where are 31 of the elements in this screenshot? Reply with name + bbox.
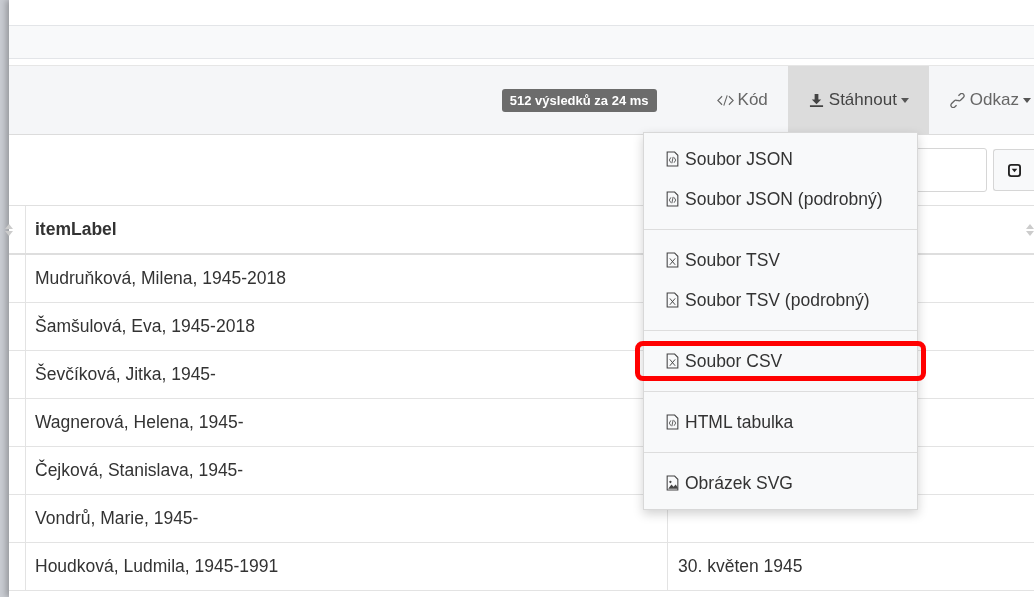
- sort-icon[interactable]: [1026, 222, 1034, 237]
- download-button[interactable]: Stáhnout: [787, 66, 929, 134]
- dropdown-square-icon: [1007, 163, 1021, 177]
- code-icon: [716, 92, 734, 108]
- menu-item[interactable]: Soubor JSON: [635, 139, 926, 179]
- table-cell: Čejková, Stanislava, 1945-: [35, 460, 244, 481]
- code-file-icon: [666, 414, 679, 430]
- spreadsheet-file-icon: [666, 292, 679, 308]
- table-cell: Vondrů, Marie, 1945-: [35, 508, 199, 529]
- link-icon: [948, 92, 966, 108]
- menu-item[interactable]: HTML tabulka: [635, 402, 926, 442]
- table-cell: Houdková, Ludmila, 1945-1991: [35, 556, 279, 577]
- code-file-icon: [666, 151, 679, 167]
- table-cell: 30. květen 1945: [678, 556, 803, 577]
- link-button[interactable]: Odkaz: [928, 66, 1034, 134]
- table-cell: Šamšulová, Eva, 1945-2018: [35, 316, 255, 337]
- code-button[interactable]: Kód: [696, 66, 788, 134]
- table-cell: Ševčíková, Jitka, 1945-: [35, 364, 216, 385]
- menu-item[interactable]: Obrázek SVG: [635, 463, 926, 503]
- download-icon: [807, 92, 825, 108]
- code-file-icon: [666, 191, 679, 207]
- toggle-button[interactable]: [993, 149, 1034, 191]
- image-file-icon: [666, 475, 679, 491]
- sort-icon[interactable]: [5, 222, 13, 237]
- table-cell: Mudruňková, Milena, 1945-2018: [35, 268, 286, 289]
- menu-item[interactable]: Soubor TSV (podrobný): [635, 280, 926, 320]
- spreadsheet-file-icon: [666, 252, 679, 268]
- menu-item[interactable]: Soubor CSV: [635, 341, 926, 381]
- table-cell: Wagnerová, Helena, 1945-: [35, 412, 244, 433]
- spreadsheet-file-icon: [666, 353, 679, 369]
- result-count-badge: 512 výsledků za 24 ms: [501, 88, 657, 112]
